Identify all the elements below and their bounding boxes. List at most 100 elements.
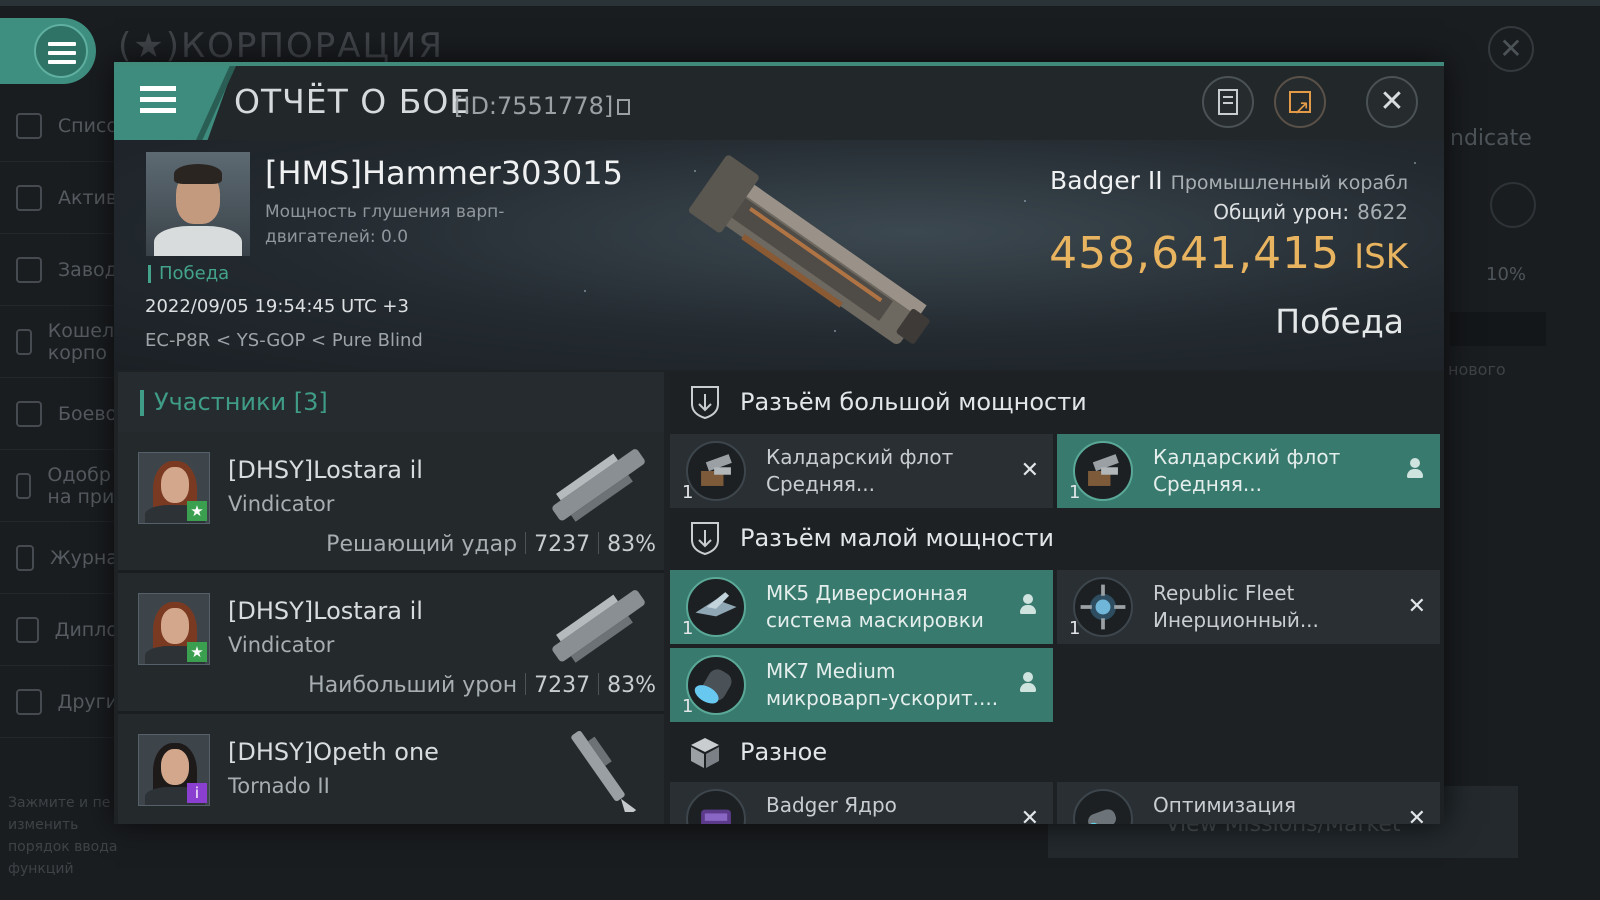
hamburger-icon xyxy=(48,42,76,69)
participant-avatar[interactable]: ★ xyxy=(138,593,210,665)
total-damage-value: 8622 xyxy=(1357,200,1408,224)
participants-title: Участники [3] xyxy=(154,388,328,416)
ship-name[interactable]: Badger II Промышленный корабл xyxy=(1050,166,1408,195)
participant-avatar[interactable]: i xyxy=(138,734,210,806)
core-module-icon xyxy=(686,789,746,824)
participant-row[interactable]: ★ [DHSY]Lostara il Vindicator Наибольший… xyxy=(118,573,664,714)
star xyxy=(1414,162,1416,164)
module-name: Оптимизация xyxy=(1153,793,1297,817)
module-slot[interactable]: Badger Ядро ✕ xyxy=(670,782,1053,824)
participant-row[interactable]: i [DHSY]Opeth one Tornado II xyxy=(118,714,664,824)
sidebar-item[interactable]: Актив xyxy=(0,162,118,234)
sidebar-item[interactable]: Завод xyxy=(0,234,118,306)
module-slot[interactable]: 1 MK7 Medium микроварп-ускорит.... xyxy=(670,648,1053,722)
victim-name[interactable]: [HMS]Hammer303015 xyxy=(265,154,623,192)
cloak-module-icon xyxy=(686,577,746,637)
avatar-face xyxy=(161,467,189,503)
sidebar-item[interactable]: Журна xyxy=(0,522,118,594)
avatar-suit xyxy=(154,226,242,256)
share-button[interactable] xyxy=(1274,76,1326,131)
participant-damage: 7237 xyxy=(534,532,591,557)
destroyed-icon: ✕ xyxy=(1020,458,1039,483)
wallet-icon xyxy=(16,328,32,355)
ship-class: Промышленный корабл xyxy=(1170,172,1408,194)
misc-header: Разное xyxy=(670,722,1444,782)
person-icon xyxy=(1019,594,1037,616)
close-icon: ✕ xyxy=(1379,84,1405,119)
participant-ship-image xyxy=(552,590,645,663)
participant-role: Решающий удар xyxy=(326,532,518,557)
module-slot[interactable]: 1 MK5 Диверсионная система маскировки xyxy=(670,570,1053,644)
sidebar-item[interactable]: Дипло xyxy=(0,594,118,666)
participant-ship-image xyxy=(571,730,637,812)
background-right-text: ndicate xyxy=(1450,126,1532,151)
background-close-button[interactable]: ✕ xyxy=(1488,26,1534,72)
destroyed-icon: ✕ xyxy=(1407,594,1426,619)
isk-unit: ISK xyxy=(1354,237,1408,277)
person-icon xyxy=(1019,672,1037,694)
separator xyxy=(598,532,600,554)
avatar-face xyxy=(161,608,189,644)
share-icon xyxy=(1289,83,1311,131)
background-bar xyxy=(1450,312,1546,346)
module-name: Калдарский флот Средняя... xyxy=(766,445,954,496)
main-menu-button[interactable] xyxy=(0,18,96,84)
victim-avatar[interactable] xyxy=(146,152,250,256)
module-name: Badger Ядро xyxy=(766,793,897,817)
optimization-module-icon xyxy=(1073,789,1133,824)
participant-ship: Vindicator xyxy=(228,633,335,657)
isk-amount: 458,641,415 xyxy=(1049,228,1341,279)
destroyed-icon: ✕ xyxy=(1407,806,1426,824)
avatar-face xyxy=(161,749,189,785)
close-button[interactable]: ✕ xyxy=(1366,76,1418,128)
factory-icon xyxy=(16,256,42,283)
module-slot[interactable]: 1 Republic Fleet Инерционный... ✕ xyxy=(1057,570,1440,644)
total-damage-label: Общий урон: xyxy=(1213,200,1350,224)
sidebar-item[interactable]: Кошел корпо xyxy=(0,306,118,378)
sidebar-item[interactable]: Списо xyxy=(0,90,118,162)
report-location[interactable]: EC-P8R < YS-GOP < Pure Blind xyxy=(145,330,423,351)
participant-row[interactable]: ★ [DHSY]Lostara il Vindicator Решающий у… xyxy=(118,432,664,573)
module-quantity: 1 xyxy=(1069,482,1081,503)
background-page-title: (★)КОРПОРАЦИЯ xyxy=(118,26,444,66)
result-tag: Победа xyxy=(148,265,229,283)
copy-icon[interactable] xyxy=(617,99,631,115)
report-button[interactable] xyxy=(1202,76,1254,128)
participant-name: [DHSY]Opeth one xyxy=(228,738,439,766)
report-id-text: [ID:7551778] xyxy=(454,92,614,120)
participants-header: Участники [3] xyxy=(118,372,664,432)
participant-stats: Наибольший урон 7237 83% xyxy=(308,673,656,698)
other-icon xyxy=(16,688,42,715)
list-icon xyxy=(16,112,42,139)
report-id[interactable]: [ID:7551778] xyxy=(454,92,631,120)
assets-icon xyxy=(16,184,42,211)
participant-avatar[interactable]: ★ xyxy=(138,452,210,524)
sidebar-item[interactable]: Боево xyxy=(0,378,118,450)
module-quantity: 1 xyxy=(682,482,694,503)
low-slot-title: Разъём малой мощности xyxy=(740,524,1055,552)
high-slot-title: Разъём большой мощности xyxy=(740,388,1087,416)
separator xyxy=(598,673,600,695)
star-badge-icon: ★ xyxy=(187,501,207,521)
inertial-stabilizer-icon xyxy=(1073,577,1133,637)
sidebar-item[interactable]: Одобр на при xyxy=(0,450,118,522)
hamburger-icon[interactable] xyxy=(140,86,176,119)
turret-module-icon xyxy=(686,441,746,501)
victim-ship-image[interactable] xyxy=(664,152,964,362)
participant-ship-image xyxy=(552,449,645,522)
module-slot[interactable]: 1 Калдарский флот Средняя... ✕ xyxy=(670,434,1053,508)
background-new-text: нового xyxy=(1448,360,1506,379)
separator xyxy=(525,532,527,554)
sidebar-item[interactable]: Други xyxy=(0,666,118,738)
journal-icon xyxy=(16,544,35,571)
separator xyxy=(525,673,527,695)
module-name: MK5 Диверсионная система маскировки xyxy=(766,581,984,632)
approve-icon xyxy=(16,472,32,499)
avatar-hair xyxy=(174,164,222,184)
cube-icon xyxy=(691,738,719,768)
module-slot[interactable]: Оптимизация ✕ xyxy=(1057,782,1440,824)
module-slot[interactable]: 1 Калдарский флот Средняя... xyxy=(1057,434,1440,508)
fittings-panel: Разъём большой мощности 1 Калдарский фло… xyxy=(670,372,1444,824)
participant-ship: Vindicator xyxy=(228,492,335,516)
document-icon xyxy=(1218,89,1238,115)
